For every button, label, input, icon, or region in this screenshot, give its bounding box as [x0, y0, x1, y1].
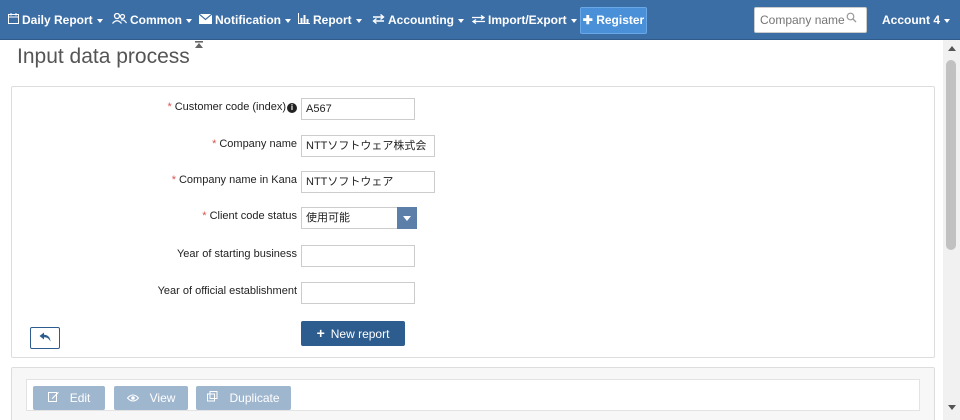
chevron-down-icon — [458, 18, 464, 23]
record-actions-toolbar: Edit View Duplicate — [26, 379, 920, 411]
chevron-down-icon — [186, 18, 192, 23]
exchange-icon — [372, 0, 385, 40]
scroll-thumb[interactable] — [946, 60, 956, 250]
calendar-icon — [8, 0, 19, 40]
edit-label: Edit — [69, 391, 91, 405]
year-establish-label: Year of official establishment — [157, 285, 297, 297]
form-row-year-establish: Year of official establishment — [12, 282, 936, 304]
nav-report-label: Report — [313, 13, 352, 27]
form-row-client-status: * Client code status 使用可能 — [12, 207, 936, 229]
envelope-icon — [198, 0, 213, 40]
copy-icon — [207, 391, 221, 405]
vertical-scrollbar[interactable] — [943, 40, 960, 420]
page-title: Input data process — [17, 45, 190, 68]
arrows-icon — [471, 0, 486, 40]
year-start-label: Year of starting business — [176, 248, 297, 260]
nav-daily-report-label: Daily Report — [22, 13, 93, 27]
register-label: Register — [596, 13, 645, 27]
account-menu[interactable]: Account 4 — [882, 0, 951, 40]
customer-code-label: * Customer code (index) i — [167, 101, 297, 113]
form-row-company-kana: * Company name in Kana NTTソフトウェア — [12, 171, 936, 193]
edit-icon — [47, 392, 62, 405]
nav-daily-report[interactable]: Daily Report — [8, 0, 103, 40]
chevron-down-icon — [944, 18, 951, 23]
year-start-field[interactable] — [301, 245, 415, 267]
company-search-input[interactable] — [755, 8, 845, 32]
form-row-company-name: * Company name NTTソフトウェア株式会 — [12, 135, 936, 157]
duplicate-button[interactable]: Duplicate — [196, 386, 291, 410]
info-icon[interactable]: i — [287, 103, 297, 113]
nav-accounting[interactable]: Accounting — [372, 0, 464, 40]
nav-accounting-label: Accounting — [388, 13, 454, 27]
nav-common[interactable]: Common — [111, 0, 192, 40]
company-name-label: * Company name — [212, 138, 297, 150]
users-icon — [111, 0, 128, 40]
company-kana-label: * Company name in Kana — [172, 174, 297, 186]
back-button[interactable] — [30, 327, 60, 349]
client-status-label: * Client code status — [202, 210, 297, 222]
chevron-down-icon — [355, 18, 362, 23]
year-establish-field[interactable] — [301, 282, 415, 304]
reply-icon — [39, 329, 51, 345]
eye-icon — [126, 393, 142, 405]
nav-import-export[interactable]: Import/Export — [471, 0, 577, 40]
chevron-down-icon — [285, 18, 291, 23]
new-report-label: New report — [330, 327, 390, 341]
nav-notification-label: Notification — [215, 13, 281, 27]
scroll-down-arrow-icon[interactable] — [948, 405, 956, 410]
duplicate-label: Duplicate — [229, 391, 280, 405]
form-row-customer-code: * Customer code (index) i A567 — [12, 98, 936, 120]
plus-icon: + — [316, 325, 325, 341]
client-status-label-text: Client code status — [209, 210, 297, 222]
record-actions-panel: Edit View Duplicate — [11, 367, 935, 420]
client-status-value: 使用可能 — [306, 212, 350, 224]
edit-button[interactable]: Edit — [33, 386, 105, 410]
register-button[interactable]: ✚ Register — [580, 7, 647, 34]
nav-import-export-label: Import/Export — [488, 13, 567, 27]
search-icon[interactable] — [846, 12, 860, 28]
view-label: View — [149, 391, 176, 405]
chevron-down-icon — [570, 18, 577, 23]
form-row-year-start: Year of starting business — [12, 245, 936, 267]
customer-form-panel: * Customer code (index) i A567 * Company na… — [11, 86, 935, 358]
account-label: Account 4 — [882, 13, 941, 27]
scroll-up-arrow-icon[interactable] — [948, 46, 956, 51]
company-name-label-text: Company name — [219, 138, 297, 150]
plus-icon: ✚ — [582, 13, 593, 27]
chevron-down-icon[interactable] — [397, 207, 417, 229]
company-search-box — [754, 7, 867, 33]
company-name-field[interactable]: NTTソフトウェア株式会 — [301, 135, 435, 157]
required-mark: * — [167, 101, 172, 113]
required-mark: * — [202, 210, 207, 222]
nav-common-label: Common — [130, 13, 182, 27]
bar-chart-icon — [298, 0, 310, 40]
company-kana-field[interactable]: NTTソフトウェア — [301, 171, 435, 193]
view-button[interactable]: View — [114, 386, 188, 410]
customer-code-field[interactable]: A567 — [301, 98, 415, 120]
customer-code-label-text: Customer code (index) — [174, 101, 286, 113]
top-navbar: Daily Report Common Notification Report … — [0, 0, 960, 40]
new-report-button[interactable]: + New report — [301, 321, 405, 346]
nav-notification[interactable]: Notification — [198, 0, 291, 40]
pin-icon[interactable] — [194, 40, 204, 54]
nav-report[interactable]: Report — [298, 0, 362, 40]
required-mark: * — [171, 174, 176, 186]
client-status-select[interactable]: 使用可能 — [301, 207, 417, 229]
company-kana-label-text: Company name in Kana — [178, 174, 297, 186]
required-mark: * — [212, 138, 217, 150]
chevron-down-icon — [96, 18, 103, 23]
